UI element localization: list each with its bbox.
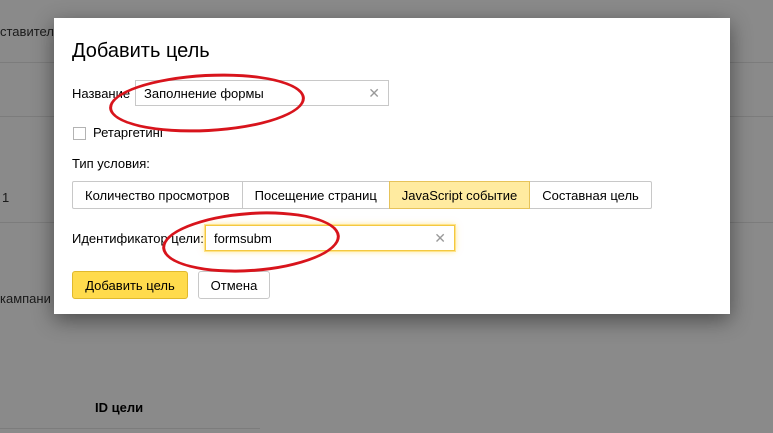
condition-type-label: Тип условия: bbox=[72, 156, 150, 171]
retargeting-checkbox[interactable] bbox=[73, 127, 86, 140]
identifier-input[interactable] bbox=[214, 226, 428, 250]
retargeting-label: Ретаргетинг bbox=[93, 125, 165, 140]
clear-identifier-icon[interactable]: ✕ bbox=[434, 230, 446, 247]
dialog-title: Добавить цель bbox=[72, 40, 210, 62]
clear-name-icon[interactable]: ✕ bbox=[368, 85, 380, 102]
add-goal-dialog: Добавить цель Название ✕ Ретаргетинг Тип… bbox=[54, 18, 730, 314]
identifier-field[interactable]: ✕ bbox=[205, 225, 455, 251]
condition-type-tabs: Количество просмотров Посещение страниц … bbox=[72, 181, 652, 209]
tab-page-visit[interactable]: Посещение страниц bbox=[241, 181, 390, 209]
tab-pageviews[interactable]: Количество просмотров bbox=[72, 181, 243, 209]
tab-javascript-event[interactable]: JavaScript событие bbox=[388, 181, 531, 209]
name-label: Название bbox=[72, 86, 131, 101]
add-goal-button[interactable]: Добавить цель bbox=[72, 271, 188, 299]
identifier-label: Идентификатор цели: bbox=[72, 231, 204, 246]
name-field[interactable]: ✕ bbox=[135, 80, 389, 106]
tab-composite-goal[interactable]: Составная цель bbox=[529, 181, 652, 209]
name-input[interactable] bbox=[144, 81, 362, 105]
cancel-button[interactable]: Отмена bbox=[198, 271, 270, 299]
